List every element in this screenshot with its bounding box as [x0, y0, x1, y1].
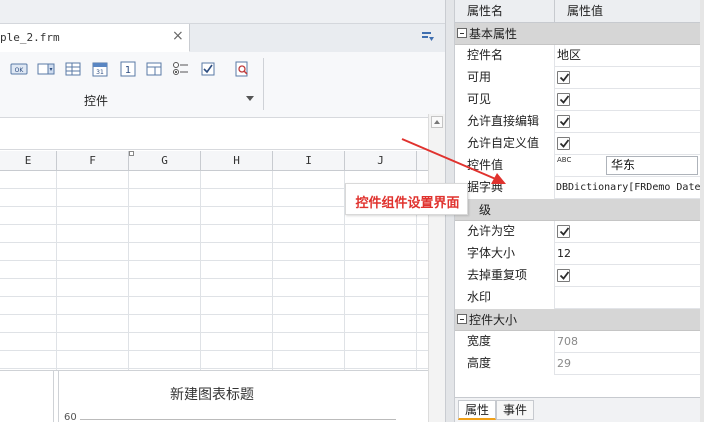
column-header[interactable]: H	[201, 151, 273, 171]
close-tab-icon[interactable]: ×	[172, 29, 184, 43]
property-panel: 属性名 属性值 基本属性 控件名 地区 可用 可见 允许直接编辑 允许自定义值	[455, 0, 704, 422]
property-row-allow-custom-value[interactable]: 允许自定义值	[455, 133, 700, 155]
remove-duplicates-checkbox[interactable]	[557, 269, 570, 282]
property-row-height[interactable]: 高度 29	[455, 353, 700, 375]
property-rows: 基本属性 控件名 地区 可用 可见 允许直接编辑 允许自定义值 控件值 ABC …	[455, 23, 700, 393]
width-value[interactable]: 708	[555, 331, 700, 353]
tab-properties[interactable]: 属性	[458, 400, 497, 420]
svg-text:1: 1	[125, 65, 131, 76]
allow-custom-value-checkbox[interactable]	[557, 137, 570, 150]
widget-value-input[interactable]: 华东	[606, 156, 698, 175]
property-label: 控件名	[455, 45, 555, 67]
formula-abc-icon[interactable]: ABC	[557, 156, 571, 164]
table-widget-icon[interactable]	[64, 61, 82, 77]
column-header[interactable]: I	[273, 151, 345, 171]
property-label: 允许自定义值	[455, 133, 555, 155]
collapse-icon[interactable]	[457, 28, 467, 38]
property-label: 高度	[455, 353, 555, 375]
editor-top-strip	[0, 0, 445, 24]
property-label: 可见	[455, 89, 555, 111]
column-header[interactable]: G	[129, 151, 201, 171]
toolbar-group-label: 控件	[84, 94, 109, 108]
selection-handle[interactable]	[129, 151, 134, 156]
enabled-checkbox[interactable]	[557, 71, 570, 84]
font-size-value[interactable]: 12	[555, 243, 700, 265]
scroll-up-icon[interactable]	[431, 116, 443, 128]
property-table-header: 属性名 属性值	[455, 0, 700, 23]
tree-widget-icon[interactable]	[145, 61, 163, 77]
header-property-value: 属性值	[567, 4, 604, 18]
visible-checkbox[interactable]	[557, 93, 570, 106]
property-row-data-dictionary[interactable]: 据字典 DBDictionary[FRDemo Date	[455, 177, 700, 199]
toolbar-expand-icon[interactable]	[246, 96, 254, 101]
number-widget-icon[interactable]: 1	[119, 61, 137, 77]
property-row-allow-direct-edit[interactable]: 允许直接编辑	[455, 111, 700, 133]
property-row-watermark[interactable]: 水印	[455, 287, 700, 309]
property-label: 宽度	[455, 331, 555, 353]
tab-list-menu-icon[interactable]	[421, 31, 435, 43]
group-label: 基本属性	[469, 27, 518, 41]
chart-axis-tick: 60	[64, 412, 77, 422]
widget-name-value[interactable]: 地区	[555, 45, 700, 67]
property-label: 允许为空	[455, 221, 555, 243]
column-header[interactable]: F	[57, 151, 129, 171]
file-tab-label: ple_2.frm	[0, 31, 60, 44]
column-header-row: E F G H I J	[0, 151, 428, 171]
widget-toolbar: OK 31 1 控件	[0, 52, 445, 118]
property-label: 据字典	[455, 177, 555, 199]
group-advanced[interactable]: 级	[455, 199, 700, 221]
file-tab-bar: ple_2.frm ×	[0, 24, 445, 52]
group-label: 级	[479, 203, 492, 217]
property-label: 控件值	[455, 155, 555, 177]
header-property-name: 属性名	[455, 0, 555, 23]
property-label: 字体大小	[455, 243, 555, 265]
watermark-value[interactable]	[555, 287, 700, 309]
svg-text:31: 31	[96, 69, 104, 76]
height-value[interactable]: 29	[555, 353, 700, 375]
allow-empty-checkbox[interactable]	[557, 225, 570, 238]
date-widget-icon[interactable]: 31	[91, 61, 109, 77]
chart-title: 新建图表标题	[170, 387, 254, 403]
chart-gridline	[80, 419, 396, 420]
group-label: 控件大小	[469, 313, 518, 327]
property-row-widget-value[interactable]: 控件值 ABC 华东	[455, 155, 700, 177]
property-row-widget-name[interactable]: 控件名 地区	[455, 45, 700, 67]
toolbar-separator	[263, 58, 264, 110]
combobox-widget-icon[interactable]	[37, 61, 55, 77]
property-label: 允许直接编辑	[455, 111, 555, 133]
column-header[interactable]: E	[0, 151, 57, 171]
chart-area[interactable]: 新建图表标题 60	[0, 370, 428, 422]
property-row-allow-empty[interactable]: 允许为空	[455, 221, 700, 243]
panel-tab-bar: 属性 事件	[455, 397, 700, 422]
cell-formula-bar[interactable]	[0, 120, 428, 150]
group-widget-size[interactable]: 控件大小	[455, 309, 700, 331]
column-header[interactable]: J	[345, 151, 417, 171]
vertical-scrollbar[interactable]	[428, 114, 445, 422]
tab-events[interactable]: 事件	[496, 400, 535, 420]
group-basic-properties[interactable]: 基本属性	[455, 23, 700, 45]
checkbox-widget-icon[interactable]	[199, 61, 217, 77]
property-row-visible[interactable]: 可见	[455, 89, 700, 111]
property-label: 可用	[455, 67, 555, 89]
property-row-enabled[interactable]: 可用	[455, 67, 700, 89]
file-tab[interactable]: ple_2.frm ×	[0, 24, 190, 52]
property-row-remove-duplicates[interactable]: 去掉重复项	[455, 265, 700, 287]
annotation-text: 控件组件设置界面	[355, 196, 460, 211]
allow-direct-edit-checkbox[interactable]	[557, 115, 570, 128]
svg-text:OK: OK	[15, 67, 25, 74]
collapse-icon[interactable]	[457, 314, 467, 324]
data-dictionary-value[interactable]: DBDictionary[FRDemo Date	[555, 177, 700, 199]
annotation-callout: 控件组件设置界面	[345, 183, 468, 215]
panel-scrollbar[interactable]	[700, 0, 704, 422]
button-widget-icon[interactable]: OK	[10, 61, 28, 77]
search-widget-icon[interactable]	[233, 61, 251, 77]
property-label: 水印	[455, 287, 555, 309]
property-row-font-size[interactable]: 字体大小 12	[455, 243, 700, 265]
radio-group-widget-icon[interactable]	[172, 61, 190, 77]
property-label: 去掉重复项	[455, 265, 555, 287]
property-row-width[interactable]: 宽度 708	[455, 331, 700, 353]
